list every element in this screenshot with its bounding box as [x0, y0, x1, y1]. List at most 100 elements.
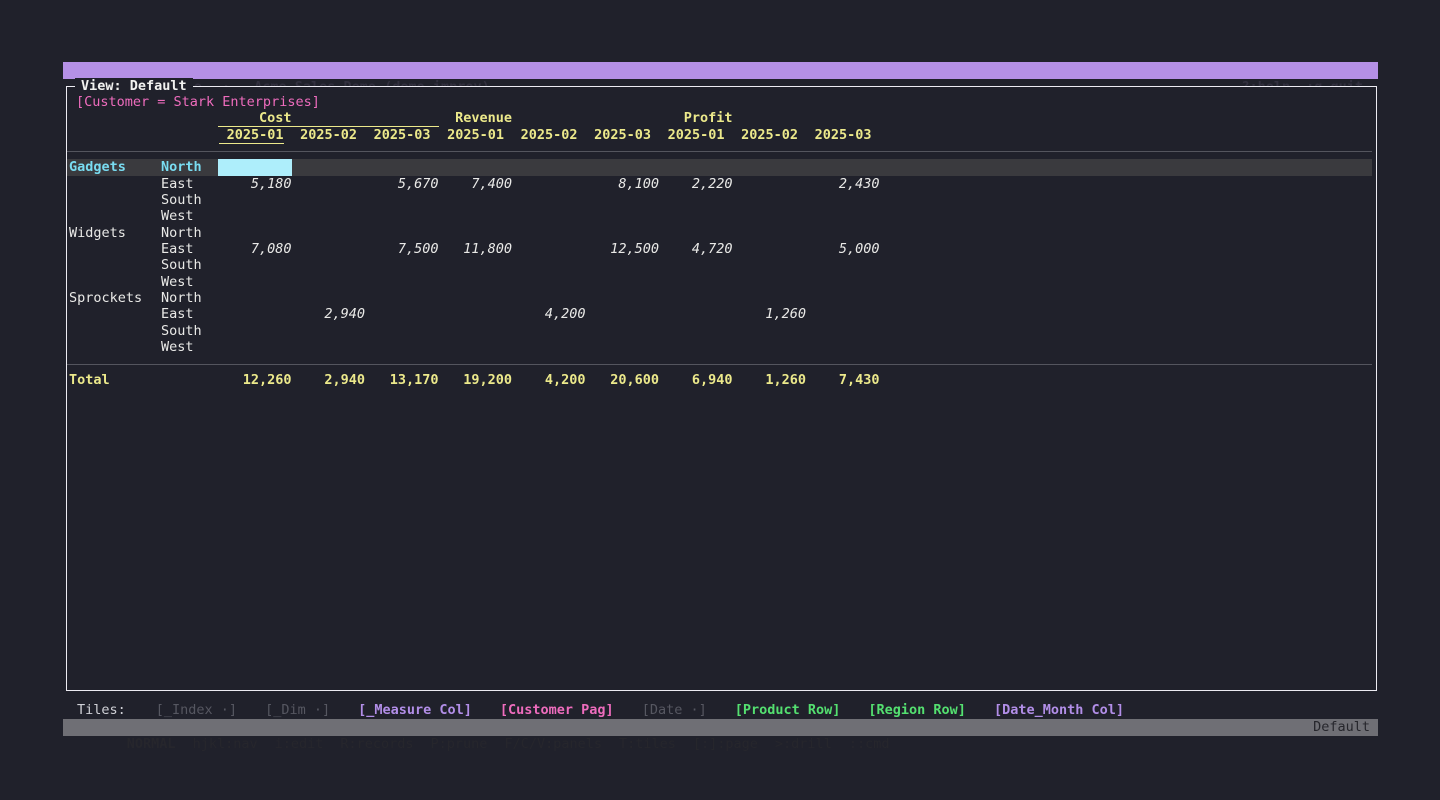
product-label[interactable] — [67, 176, 161, 192]
value-cell[interactable] — [586, 290, 660, 306]
product-label[interactable] — [67, 323, 161, 339]
month-col-header[interactable]: 2025-03 — [365, 127, 439, 143]
value-cell[interactable] — [733, 159, 807, 175]
measure-group-header[interactable]: Profit — [659, 110, 880, 126]
value-cell[interactable] — [659, 323, 733, 339]
filter-chip[interactable]: [Customer = Stark Enterprises] — [76, 94, 320, 110]
value-cell[interactable] — [439, 159, 513, 175]
value-cell[interactable] — [806, 339, 880, 355]
value-cell[interactable] — [733, 208, 807, 224]
value-cell[interactable]: 5,670 — [365, 176, 439, 192]
value-cell[interactable] — [659, 257, 733, 273]
value-cell[interactable] — [659, 159, 733, 175]
value-cell[interactable] — [439, 257, 513, 273]
tile-date[interactable]: [Date ·] — [642, 702, 707, 718]
value-cell[interactable] — [512, 323, 586, 339]
value-cell[interactable] — [365, 192, 439, 208]
value-cell[interactable] — [365, 274, 439, 290]
value-cell[interactable] — [806, 274, 880, 290]
value-cell[interactable]: 7,400 — [439, 176, 513, 192]
value-cell[interactable] — [806, 225, 880, 241]
value-cell[interactable] — [512, 257, 586, 273]
value-cell[interactable] — [439, 339, 513, 355]
value-cell[interactable] — [218, 323, 292, 339]
tile-date-month[interactable]: [Date_Month Col] — [994, 702, 1124, 718]
product-label[interactable] — [67, 241, 161, 257]
value-cell[interactable] — [439, 290, 513, 306]
month-col-header[interactable]: 2025-01 — [218, 127, 292, 143]
value-cell[interactable] — [512, 339, 586, 355]
tile-region[interactable]: [Region Row] — [868, 702, 966, 718]
value-cell[interactable] — [733, 176, 807, 192]
value-cell[interactable]: 4,720 — [659, 241, 733, 257]
region-label[interactable]: South — [161, 323, 218, 339]
month-col-header[interactable]: 2025-01 — [659, 127, 733, 143]
value-cell[interactable] — [365, 339, 439, 355]
value-cell[interactable] — [733, 339, 807, 355]
region-label[interactable]: North — [161, 159, 218, 175]
product-label[interactable]: Widgets — [67, 225, 161, 241]
value-cell[interactable] — [659, 290, 733, 306]
value-cell[interactable] — [659, 225, 733, 241]
value-cell[interactable]: 2,220 — [659, 176, 733, 192]
value-cell[interactable]: 7,080 — [218, 241, 292, 257]
value-cell[interactable] — [733, 274, 807, 290]
value-cell[interactable] — [218, 274, 292, 290]
value-cell[interactable] — [292, 192, 366, 208]
value-cell[interactable] — [292, 225, 366, 241]
region-label[interactable]: West — [161, 208, 218, 224]
value-cell[interactable] — [512, 225, 586, 241]
value-cell[interactable] — [806, 290, 880, 306]
value-cell[interactable] — [512, 192, 586, 208]
value-cell[interactable] — [292, 323, 366, 339]
value-cell[interactable] — [218, 290, 292, 306]
value-cell[interactable] — [586, 274, 660, 290]
value-cell[interactable] — [512, 274, 586, 290]
product-label[interactable] — [67, 208, 161, 224]
value-cell[interactable]: 7,500 — [365, 241, 439, 257]
region-label[interactable]: East — [161, 176, 218, 192]
value-cell[interactable] — [512, 290, 586, 306]
value-cell[interactable] — [365, 290, 439, 306]
value-cell[interactable] — [586, 192, 660, 208]
region-label[interactable]: South — [161, 192, 218, 208]
value-cell[interactable] — [218, 208, 292, 224]
value-cell[interactable] — [659, 274, 733, 290]
value-cell[interactable] — [733, 290, 807, 306]
value-cell[interactable] — [218, 192, 292, 208]
value-cell[interactable] — [218, 339, 292, 355]
product-label[interactable] — [67, 192, 161, 208]
region-label[interactable]: West — [161, 274, 218, 290]
value-cell[interactable] — [659, 306, 733, 322]
value-cell[interactable] — [292, 290, 366, 306]
month-col-header[interactable]: 2025-03 — [586, 127, 660, 143]
tile-dim[interactable]: [_Dim ·] — [265, 702, 330, 718]
value-cell[interactable]: 12,500 — [586, 241, 660, 257]
cursor-cell[interactable] — [218, 159, 292, 175]
value-cell[interactable] — [292, 339, 366, 355]
value-cell[interactable] — [292, 274, 366, 290]
value-cell[interactable] — [439, 225, 513, 241]
value-cell[interactable]: 11,800 — [439, 241, 513, 257]
value-cell[interactable] — [365, 257, 439, 273]
value-cell[interactable] — [439, 192, 513, 208]
value-cell[interactable]: 1,260 — [733, 306, 807, 322]
value-cell[interactable] — [806, 323, 880, 339]
value-cell[interactable] — [218, 225, 292, 241]
region-label[interactable]: South — [161, 257, 218, 273]
value-cell[interactable] — [365, 159, 439, 175]
tile-customer[interactable]: [Customer Pag] — [500, 702, 614, 718]
month-col-header[interactable]: 2025-02 — [512, 127, 586, 143]
value-cell[interactable] — [806, 192, 880, 208]
value-cell[interactable] — [292, 159, 366, 175]
value-cell[interactable] — [733, 241, 807, 257]
region-label[interactable]: East — [161, 306, 218, 322]
value-cell[interactable] — [586, 159, 660, 175]
product-label[interactable] — [67, 339, 161, 355]
value-cell[interactable] — [439, 323, 513, 339]
value-cell[interactable] — [733, 257, 807, 273]
product-label[interactable] — [67, 306, 161, 322]
value-cell[interactable] — [586, 225, 660, 241]
value-cell[interactable] — [365, 208, 439, 224]
value-cell[interactable] — [806, 306, 880, 322]
